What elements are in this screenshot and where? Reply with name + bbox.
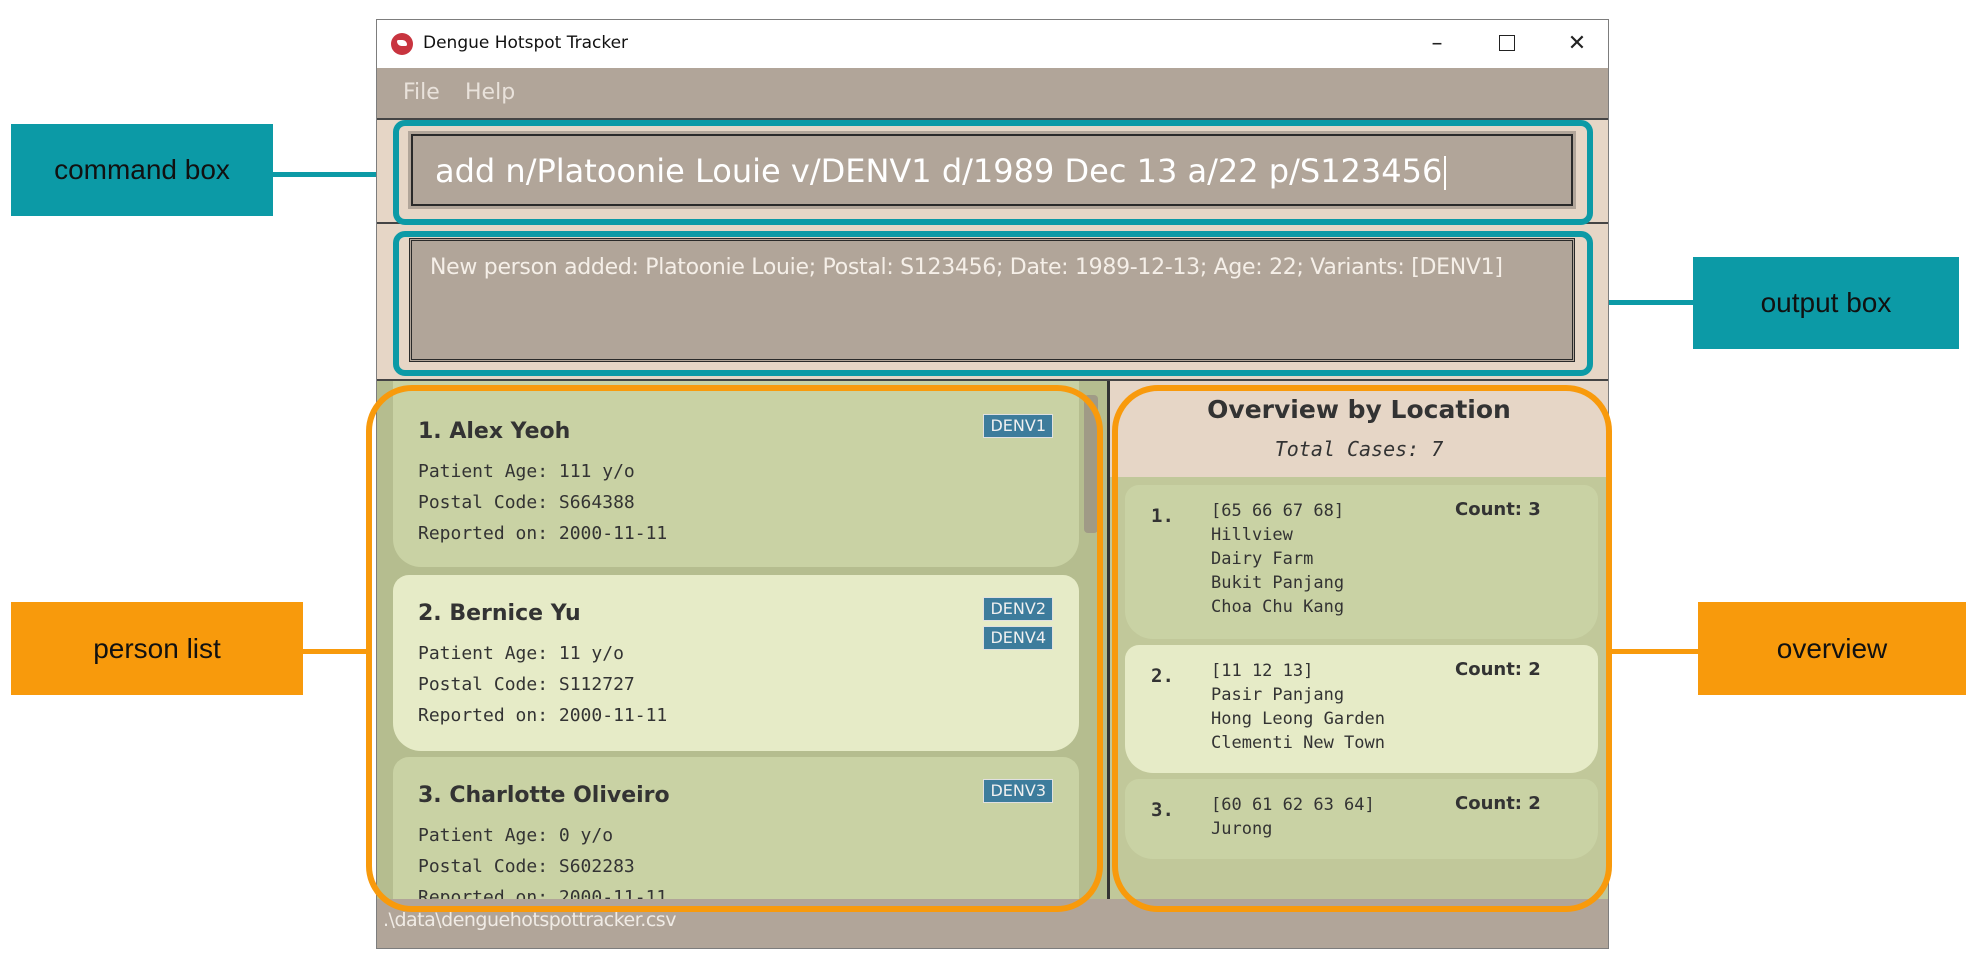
text-cursor xyxy=(1444,156,1447,190)
menu-file[interactable]: File xyxy=(403,80,440,105)
output-area: New person added: Platoonie Louie; Posta… xyxy=(377,224,1608,381)
person-list[interactable]: 1. Alex Yeoh DENV1 Patient Age: 111 y/o … xyxy=(377,381,1110,899)
person-reported: Reported on: 2000-11-11 xyxy=(418,523,668,544)
person-name: 3. Charlotte Oliveiro xyxy=(418,783,670,808)
callout-person-list: person list xyxy=(11,602,303,695)
overview-entry-index: 2. xyxy=(1151,665,1174,687)
overview-entry-place: Bukit Panjang xyxy=(1211,573,1345,593)
overview-entry-place: Jurong xyxy=(1211,819,1273,839)
callout-output-box: output box xyxy=(1693,257,1959,349)
person-postal: Postal Code: S664388 xyxy=(418,492,635,513)
status-bar: .\data\denguehotspottracker.csv xyxy=(377,899,1608,948)
overview-entry-sectors: [11 12 13] xyxy=(1211,661,1314,681)
overview-title: Overview by Location xyxy=(1207,395,1511,424)
overview-entry-sectors: [65 66 67 68] xyxy=(1211,501,1345,521)
person-age: Patient Age: 111 y/o xyxy=(418,461,635,482)
app-window: Dengue Hotspot Tracker – ✕ File Help add… xyxy=(376,19,1609,949)
title-bar[interactable]: Dengue Hotspot Tracker – ✕ xyxy=(377,20,1608,68)
command-input[interactable]: add n/Platoonie Louie v/DENV1 d/1989 Dec… xyxy=(408,131,1576,209)
person-postal: Postal Code: S112727 xyxy=(418,674,635,695)
variant-tag: DENV2 xyxy=(983,597,1053,621)
person-card[interactable]: 1. Alex Yeoh DENV1 Patient Age: 111 y/o … xyxy=(393,381,1079,567)
app-logo-icon xyxy=(391,33,413,55)
person-name: 2. Bernice Yu xyxy=(418,601,581,626)
callout-overview-connector xyxy=(1610,649,1698,654)
person-card[interactable]: 3. Charlotte Oliveiro DENV3 Patient Age:… xyxy=(393,757,1079,899)
window-title: Dengue Hotspot Tracker xyxy=(423,33,629,53)
overview-entry-index: 3. xyxy=(1151,799,1174,821)
output-message: New person added: Platoonie Louie; Posta… xyxy=(430,255,1503,280)
overview-entry-place: Clementi New Town xyxy=(1211,733,1385,753)
person-list-scrollbar[interactable] xyxy=(1084,395,1098,533)
overview-entry[interactable]: 1. [65 66 67 68] Hillview Dairy Farm Buk… xyxy=(1125,485,1598,639)
command-area: add n/Platoonie Louie v/DENV1 d/1989 Dec… xyxy=(377,118,1608,224)
overview-entry-sectors: [60 61 62 63 64] xyxy=(1211,795,1375,815)
data-file-path: .\data\denguehotspottracker.csv xyxy=(383,909,676,931)
overview-entry-index: 1. xyxy=(1151,505,1174,527)
callout-output-box-label: output box xyxy=(1760,287,1892,318)
overview-entry-count: Count: 2 xyxy=(1455,793,1541,814)
overview-entry-place: Hong Leong Garden xyxy=(1211,709,1385,729)
overview-entry-place: Dairy Farm xyxy=(1211,549,1314,569)
maximize-button[interactable] xyxy=(1487,26,1527,60)
variant-tag: DENV3 xyxy=(983,779,1053,803)
menu-help[interactable]: Help xyxy=(465,80,515,105)
maximize-icon xyxy=(1499,35,1515,51)
output-box: New person added: Platoonie Louie; Posta… xyxy=(409,238,1575,362)
callout-person-list-connector xyxy=(303,649,367,654)
person-name: 1. Alex Yeoh xyxy=(418,419,571,444)
command-input-text: add n/Platoonie Louie v/DENV1 d/1989 Dec… xyxy=(435,152,1443,190)
variant-tag: DENV4 xyxy=(983,626,1053,650)
overview-entry-count: Count: 2 xyxy=(1455,659,1541,680)
overview-entry[interactable]: 3. [60 61 62 63 64] Jurong Count: 2 xyxy=(1125,779,1598,859)
overview-entry-place: Pasir Panjang xyxy=(1211,685,1345,705)
callout-overview-label: overview xyxy=(1776,632,1888,664)
variant-tag: DENV1 xyxy=(983,414,1053,438)
callout-command-box-connector xyxy=(273,172,388,177)
person-age: Patient Age: 11 y/o xyxy=(418,643,624,664)
person-age: Patient Age: 0 y/o xyxy=(418,825,614,846)
callout-command-box-label: command box xyxy=(54,154,230,185)
close-button[interactable]: ✕ xyxy=(1557,26,1597,60)
overview-entry-count: Count: 3 xyxy=(1455,499,1541,520)
overview-entry[interactable]: 2. [11 12 13] Pasir Panjang Hong Leong G… xyxy=(1125,645,1598,773)
overview-total-cases: Total Cases: 7 xyxy=(1274,437,1444,461)
person-postal: Postal Code: S602283 xyxy=(418,856,635,877)
person-reported: Reported on: 2000-11-11 xyxy=(418,705,668,726)
overview-header: Overview by Location Total Cases: 7 xyxy=(1110,381,1608,477)
overview-entry-place: Hillview xyxy=(1211,525,1293,545)
callout-command-box: command box xyxy=(11,124,273,216)
person-reported: Reported on: 2000-11-11 xyxy=(418,887,668,899)
menu-bar: File Help xyxy=(377,68,1608,118)
overview-entry-place: Choa Chu Kang xyxy=(1211,597,1345,617)
minimize-button[interactable]: – xyxy=(1417,26,1457,60)
callout-person-list-label: person list xyxy=(93,632,221,664)
callout-overview: overview xyxy=(1698,602,1966,695)
person-card[interactable]: 2. Bernice Yu DENV2 DENV4 Patient Age: 1… xyxy=(393,575,1079,751)
overview-panel: Overview by Location Total Cases: 7 1. [… xyxy=(1110,381,1608,899)
